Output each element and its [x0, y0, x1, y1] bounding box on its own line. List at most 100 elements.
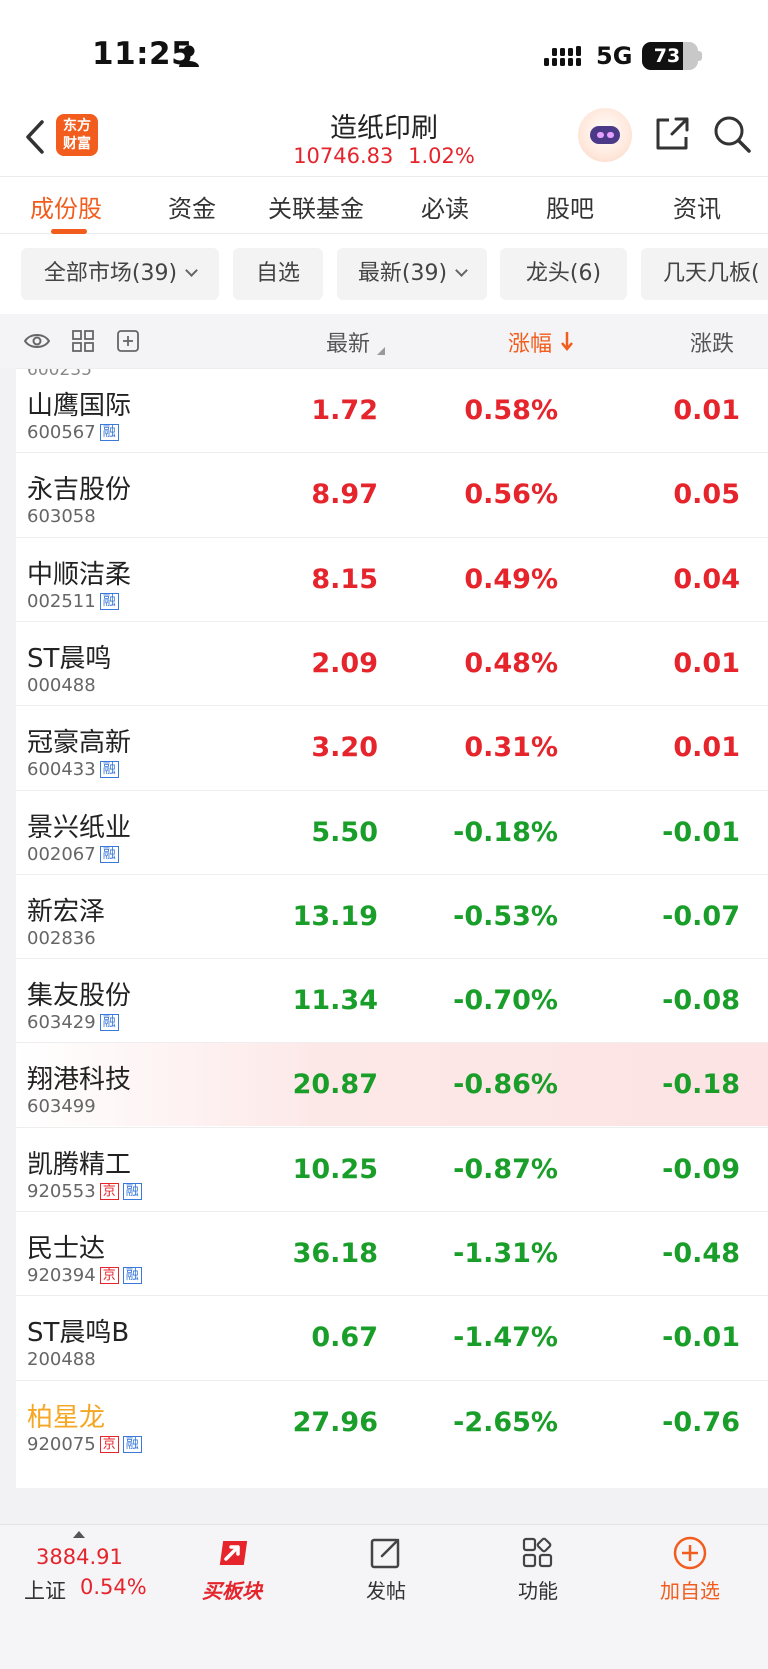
- stock-code: 002067: [27, 843, 96, 865]
- stock-code-line: 920553 京融: [27, 1181, 142, 1202]
- stock-change-pct: 0.31%: [464, 732, 558, 764]
- stock-change-pct: -0.18%: [453, 816, 558, 848]
- stock-row[interactable]: 山鹰国际 600567 融 1.72 0.58% 0.01: [16, 368, 768, 452]
- share-icon[interactable]: [652, 114, 692, 154]
- stock-name: ST晨鸣B: [27, 1318, 130, 1349]
- col-latest[interactable]: 最新: [326, 326, 370, 358]
- margin-trading-badge: 融: [99, 845, 119, 863]
- filter-latest[interactable]: 最新(39): [337, 248, 487, 300]
- margin-trading-badge: 融: [99, 592, 119, 610]
- top-area: 11:25 5G 73 东方 财富 造纸印刷 10746.83 1.02% 成份…: [0, 0, 768, 314]
- stock-code: 002511: [27, 590, 96, 612]
- eye-icon[interactable]: [24, 328, 50, 354]
- filter-bar: 全部市场(39) 自选 最新(39) 龙头(6) 几天几板(: [0, 234, 768, 314]
- stock-change: -0.18: [662, 1069, 740, 1101]
- stock-row[interactable]: 柏星龙 920075 京融 27.96 -2.65% -0.76: [16, 1379, 768, 1464]
- tab-must-read[interactable]: 必读: [421, 189, 469, 224]
- stock-change-pct: 0.48%: [464, 647, 558, 679]
- stock-row[interactable]: 永吉股份 603058 8.97 0.56% 0.05: [16, 452, 768, 536]
- stock-latest-price: 36.18: [292, 1238, 378, 1269]
- stock-row[interactable]: ST晨鸣B 200488 0.67 -1.47% -0.01: [16, 1295, 768, 1379]
- stock-row[interactable]: ST晨鸣 000488 2.09 0.48% 0.01: [16, 620, 768, 705]
- sort-desc-arrow-icon: [561, 332, 573, 351]
- stock-code-line: 002836: [27, 928, 96, 949]
- stock-change: -0.76: [662, 1406, 740, 1438]
- bottom-bar: 3884.91 上证 0.54% 买板块 发帖 功能 加自选: [0, 1524, 768, 1669]
- add-box-icon[interactable]: [115, 328, 141, 354]
- stock-latest-price: 0.67: [311, 1322, 378, 1354]
- buy-sector-label: 买板块: [202, 1579, 262, 1603]
- stock-code: 920394: [27, 1265, 96, 1286]
- stock-code-line: 920075 京融: [27, 1434, 142, 1455]
- stock-change-pct: -2.65%: [453, 1406, 558, 1438]
- ai-assistant-avatar[interactable]: [578, 108, 632, 162]
- stock-change: -0.08: [662, 985, 740, 1017]
- tab-news[interactable]: 资讯: [673, 189, 721, 224]
- stock-change: -0.01: [662, 816, 740, 848]
- network-type: 5G: [596, 42, 633, 70]
- stock-code: 920075: [27, 1433, 96, 1455]
- filter-leaders[interactable]: 龙头(6): [500, 248, 627, 300]
- avatar-face: [590, 126, 620, 144]
- stock-name: 翔港科技: [27, 1065, 132, 1096]
- tab-related-funds[interactable]: 关联基金: [268, 189, 364, 224]
- tab-constituents[interactable]: 成份股: [30, 189, 102, 224]
- tab-forum[interactable]: 股吧: [546, 189, 594, 224]
- stock-code-line: 600567 融: [27, 422, 119, 443]
- stock-latest-price: 20.87: [292, 1069, 378, 1101]
- grid-view-icon[interactable]: [70, 328, 96, 354]
- stock-name: 中顺洁柔: [27, 559, 132, 590]
- filter-limit-up-days[interactable]: 几天几板(: [641, 248, 768, 300]
- edit-post-icon: [370, 1538, 400, 1569]
- beijing-exchange-badge: 京: [99, 1435, 119, 1453]
- stock-code: 600567: [27, 422, 96, 443]
- stock-change: 0.04: [673, 563, 740, 595]
- column-header: 最新 涨幅 涨跌: [0, 314, 768, 368]
- filter-latest-label: 最新(39): [357, 261, 448, 286]
- stock-change-pct: -0.53%: [453, 900, 558, 932]
- stock-row[interactable]: 凯腾精工 920553 京融 10.25 -0.87% -0.09: [16, 1126, 768, 1211]
- stock-latest-price: 11.34: [292, 985, 378, 1017]
- chevron-down-icon: [455, 264, 468, 277]
- stock-name: 新宏泽: [27, 896, 106, 927]
- stock-latest-price: 27.96: [292, 1406, 378, 1438]
- battery-level: 73: [653, 45, 681, 67]
- stock-change: -0.01: [662, 1322, 740, 1354]
- stock-row[interactable]: 景兴纸业 002067 融 5.50 -0.18% -0.01: [16, 789, 768, 874]
- stock-code-line: 603499: [27, 1096, 96, 1117]
- expand-up-icon: [73, 1531, 85, 1538]
- search-icon[interactable]: [712, 114, 752, 154]
- stock-change-pct: -1.47%: [453, 1322, 558, 1354]
- stock-change: 0.01: [673, 395, 740, 426]
- col-change[interactable]: 涨跌: [690, 326, 734, 358]
- tab-funds-flow[interactable]: 资金: [168, 189, 216, 224]
- beijing-exchange-badge: 京: [99, 1267, 119, 1284]
- stock-row[interactable]: 民士达 920394 京融 36.18 -1.31% -0.48: [16, 1211, 768, 1295]
- stock-change: -0.07: [662, 900, 740, 932]
- stock-row[interactable]: 翔港科技 603499 20.87 -0.86% -0.18: [16, 1042, 768, 1127]
- filter-leaders-label: 龙头(6): [525, 261, 602, 286]
- signal-icon: [544, 46, 581, 66]
- stock-change-pct: -0.70%: [453, 985, 558, 1017]
- margin-trading-badge: 融: [122, 1182, 142, 1200]
- stock-row[interactable]: 中顺洁柔 002511 融 8.15 0.49% 0.04: [16, 536, 768, 621]
- stock-code: 603499: [27, 1096, 96, 1118]
- sort-indicator-icon: [377, 347, 385, 355]
- stock-code-line: 200488: [27, 1349, 96, 1370]
- stock-name: ST晨鸣: [27, 643, 112, 674]
- stock-code: 920553: [27, 1180, 96, 1202]
- stock-latest-price: 5.50: [311, 816, 378, 848]
- stock-code: 000488: [27, 674, 96, 696]
- filter-market[interactable]: 全部市场(39): [21, 248, 219, 300]
- stock-row[interactable]: 新宏泽 002836 13.19 -0.53% -0.07: [16, 873, 768, 958]
- stock-name: 冠豪高新: [27, 728, 132, 759]
- stock-change: -0.09: [662, 1153, 740, 1185]
- battery-tip: [698, 51, 702, 61]
- stock-list: 600235 山鹰国际 600567 融 1.72 0.58% 0.01 永吉股份 60305…: [16, 368, 768, 1488]
- stock-latest-price: 8.97: [311, 479, 378, 511]
- stock-row[interactable]: 集友股份 603429 融 11.34 -0.70% -0.08: [16, 958, 768, 1042]
- filter-watchlist[interactable]: 自选: [233, 248, 323, 300]
- col-change-pct[interactable]: 涨幅: [508, 326, 552, 358]
- stock-change: 0.01: [673, 647, 740, 679]
- stock-row[interactable]: 冠豪高新 600433 融 3.20 0.31% 0.01: [16, 705, 768, 789]
